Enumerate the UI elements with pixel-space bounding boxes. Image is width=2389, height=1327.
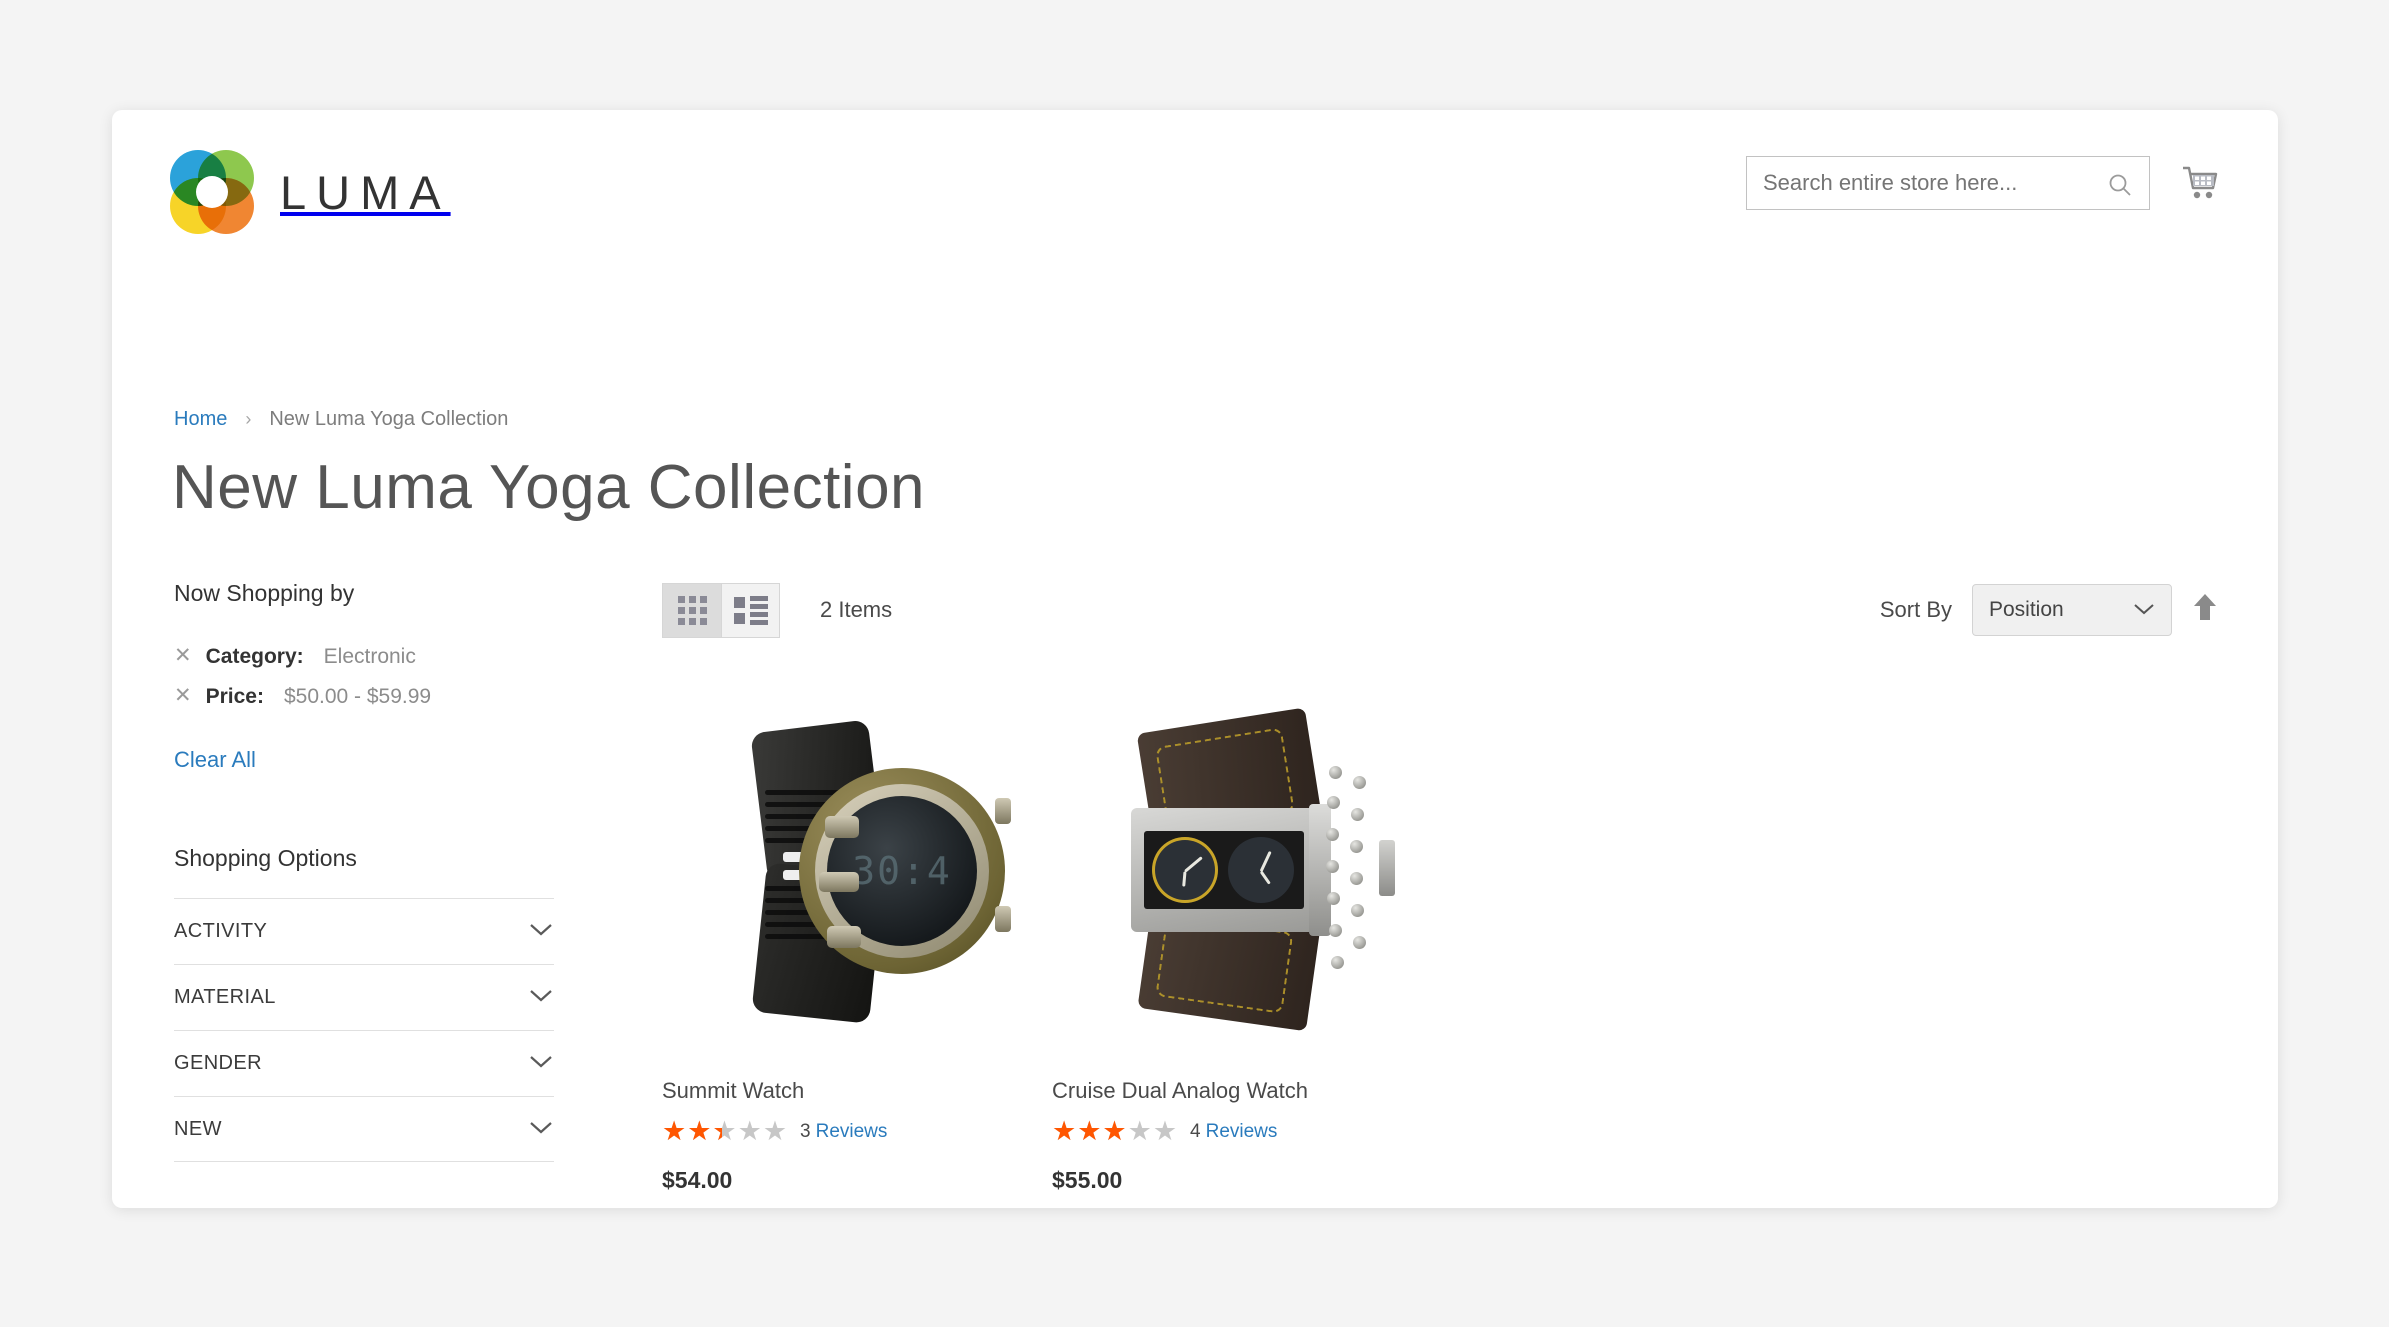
product-image-cruise-dual-analog-watch[interactable]: [1052, 700, 1442, 1040]
clear-all-link[interactable]: Clear All: [174, 747, 256, 773]
active-filter-value: $50.00 - $59.99: [283, 685, 432, 708]
chevron-down-icon: [528, 920, 554, 943]
search-input[interactable]: [1747, 157, 2149, 209]
breadcrumb-separator-icon: ›: [245, 409, 252, 429]
product-item[interactable]: Cruise Dual Analog Watch ★★★★★ ★★★★★ 4Re…: [1052, 700, 1442, 1194]
filter-group-label: MATERIAL: [174, 986, 276, 1008]
sidebar-filter-material[interactable]: MATERIAL: [174, 964, 554, 1030]
sort-by-label: Sort By: [1879, 597, 1952, 622]
site-header: LUMA: [112, 110, 2278, 260]
product-price: $54.00: [662, 1167, 733, 1193]
breadcrumb: Home › New Luma Yoga Collection: [174, 408, 508, 431]
review-count: 3: [800, 1120, 811, 1142]
summit-watch-illustration: 30:4: [707, 719, 1011, 1024]
rating-stars-filled: ★★★★★: [1052, 1118, 1128, 1145]
page-title: New Luma Yoga Collection: [172, 453, 926, 522]
breadcrumb-home-link[interactable]: Home: [174, 408, 227, 431]
chevron-down-icon: [528, 1118, 554, 1141]
filter-group-label: GENDER: [174, 1052, 262, 1074]
close-icon[interactable]: ✕: [174, 685, 192, 706]
sidebar-filter-gender[interactable]: GENDER: [174, 1030, 554, 1096]
sort-by-select[interactable]: Position: [1972, 584, 2172, 636]
rating-stars-filled: ★★★★★: [662, 1118, 722, 1145]
search-box[interactable]: [1746, 156, 2150, 210]
chevron-down-icon: [528, 986, 554, 1009]
view-mode-switcher: [662, 582, 780, 638]
product-item[interactable]: 30:4 Summit Watch ★★★★★ ★★ 3 Reviews $54…: [662, 700, 1052, 1194]
product-grid: 30:4 Summit Watch ★★★★★ ★★ 3 Reviews $54…: [662, 700, 2218, 1194]
breadcrumb-current: New Luma Yoga Collection: [269, 408, 509, 430]
cruise-watch-illustration: [1097, 707, 1397, 1032]
sidebar-filter-activity[interactable]: ACTIVITY: [174, 898, 554, 964]
filter-group-label: ACTIVITY: [174, 920, 268, 942]
grid-view-icon[interactable]: [662, 582, 721, 638]
product-image-summit-watch[interactable]: 30:4: [662, 700, 1052, 1040]
sidebar-filter-new[interactable]: NEW: [174, 1096, 554, 1162]
active-filter-price: ✕ Price: $50.00 - $59.99: [174, 685, 554, 709]
header-actions: [1746, 156, 2220, 210]
reviews-label: Reviews: [1205, 1120, 1278, 1142]
product-list-toolbar: 2 Items Sort By Position: [662, 580, 2218, 640]
rating-stars: ★★★★★ ★★★★★: [1052, 1118, 1178, 1145]
sidebar: Now Shopping by ✕ Category: Electronic ✕…: [174, 580, 554, 1208]
chevron-down-icon: [528, 1052, 554, 1075]
filter-group-label: NEW: [174, 1117, 222, 1140]
product-rating: ★★★★★ ★★★★★ 3Reviews: [662, 1118, 1052, 1145]
sort-by-selected-value: Position: [1989, 598, 2064, 621]
active-filter-label: Price:: [205, 685, 264, 708]
chevron-down-icon: [2133, 598, 2155, 622]
product-list-main: 2 Items Sort By Position 30:4 Summit Wat…: [662, 580, 2218, 1194]
storefront-page-card: LUMA Search entire store here... Home › …: [112, 110, 2278, 1208]
rating-stars: ★★★★★ ★★★★★: [662, 1118, 788, 1145]
arrow-up-icon[interactable]: [2192, 592, 2218, 628]
product-rating: ★★★★★ ★★★★★ 4Reviews: [1052, 1118, 1442, 1145]
product-reviews-link[interactable]: 3 Reviews: [800, 1121, 887, 1143]
now-shopping-by-heading: Now Shopping by: [174, 580, 355, 606]
active-filter-category: ✕ Category: Electronic: [174, 645, 554, 669]
watch-display-digits: 30:4: [852, 849, 952, 893]
shopping-options-heading: Shopping Options: [174, 845, 357, 871]
review-count: 4: [1190, 1120, 1201, 1142]
active-filter-label: Category:: [205, 645, 304, 668]
product-price: $55.00: [1052, 1167, 1123, 1193]
shopping-cart-icon[interactable]: [2180, 164, 2220, 202]
brand-name: LUMA: [280, 165, 451, 219]
luma-logo-icon: [170, 150, 254, 234]
sorter: Sort By Position: [1880, 580, 2218, 640]
active-filter-value: Electronic: [323, 645, 416, 668]
product-name-link[interactable]: Cruise Dual Analog Watch: [1052, 1078, 1442, 1104]
product-name-link[interactable]: Summit Watch: [662, 1078, 1052, 1104]
luma-logo-link[interactable]: LUMA: [170, 150, 451, 234]
filter-accordion: ACTIVITY MATERIAL GENDER NEW: [174, 898, 554, 1162]
reviews-label: Reviews: [815, 1120, 888, 1142]
close-icon[interactable]: ✕: [174, 645, 192, 666]
search-icon[interactable]: [2107, 172, 2133, 203]
items-count: 2 Items: [820, 597, 893, 622]
product-reviews-link[interactable]: 4 Reviews: [1190, 1121, 1277, 1143]
list-view-icon[interactable]: [721, 582, 780, 638]
